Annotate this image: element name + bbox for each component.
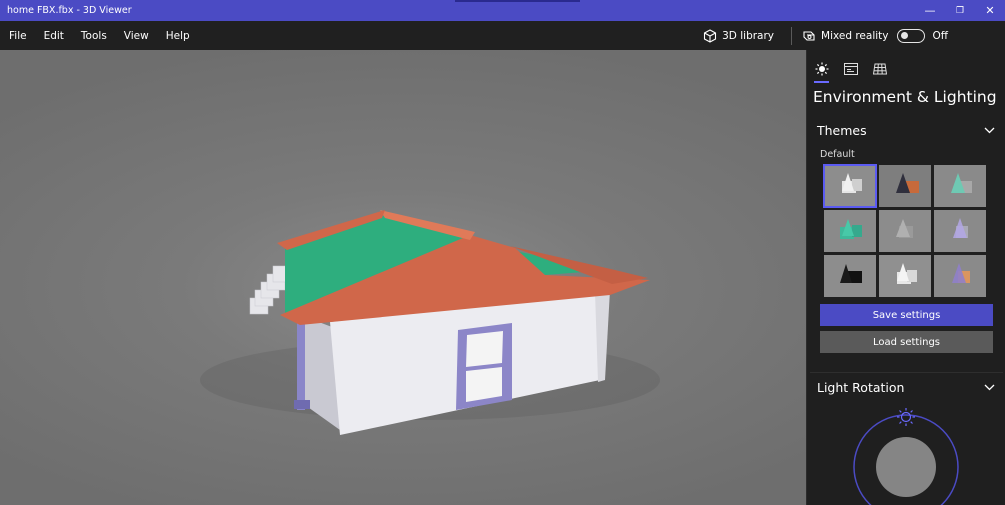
grid-icon xyxy=(872,63,887,75)
light-rotation-section-header[interactable]: Light Rotation xyxy=(810,380,1002,395)
theme-preview xyxy=(824,165,876,207)
panel-title: Environment & Lighting xyxy=(813,88,997,106)
porch-post-base xyxy=(294,400,310,409)
theme-thumbnail[interactable] xyxy=(934,165,986,207)
themes-section-header[interactable]: Themes xyxy=(810,123,1002,138)
theme-thumbnail[interactable] xyxy=(934,210,986,252)
theme-thumbnail[interactable] xyxy=(879,210,931,252)
load-settings-button[interactable]: Load settings xyxy=(820,331,993,353)
window-title: home FBX.fbx - 3D Viewer xyxy=(7,5,132,16)
theme-preview xyxy=(934,165,986,207)
light-rotation-label: Light Rotation xyxy=(817,380,905,395)
minimize-button[interactable]: — xyxy=(915,0,945,21)
minimize-icon: — xyxy=(924,4,936,17)
tab-lighting[interactable] xyxy=(807,56,836,83)
theme-thumbnail[interactable] xyxy=(823,164,877,208)
house-model xyxy=(200,210,660,435)
close-icon: ✕ xyxy=(985,4,995,17)
menu-bar: File Edit Tools View Help 3D library Mix… xyxy=(0,21,1005,50)
light-sun-handle xyxy=(897,408,915,426)
mixed-reality-state: Off xyxy=(932,29,949,42)
theme-grid xyxy=(823,164,989,297)
menu-file[interactable]: File xyxy=(8,30,28,42)
theme-thumbnail[interactable] xyxy=(934,255,986,297)
3d-viewport[interactable] xyxy=(0,50,806,505)
mixed-reality-toggle[interactable] xyxy=(896,28,925,43)
sun-icon xyxy=(815,62,828,76)
title-drag-indicator xyxy=(455,0,580,2)
theme-preview xyxy=(934,255,986,297)
theme-preview xyxy=(824,210,876,252)
cube-icon xyxy=(704,28,717,43)
toggle-knob xyxy=(900,32,908,39)
door-panel-bottom xyxy=(466,367,502,402)
stats-icon xyxy=(843,63,858,75)
menu-tools[interactable]: Tools xyxy=(80,30,108,42)
menu-separator xyxy=(791,26,793,45)
default-themes-label: Default xyxy=(820,149,855,160)
theme-preview xyxy=(879,255,931,297)
light-rotation-dial xyxy=(853,408,959,505)
porch-post xyxy=(297,320,305,410)
menu-edit[interactable]: Edit xyxy=(43,30,65,42)
theme-preview xyxy=(934,210,986,252)
theme-thumbnail[interactable] xyxy=(879,165,931,207)
environment-panel: Environment & Lighting Themes Default Sa… xyxy=(806,50,1005,505)
theme-thumbnail[interactable] xyxy=(879,255,931,297)
section-divider xyxy=(810,372,1003,373)
tab-stats[interactable] xyxy=(836,56,865,82)
chevron-down-icon xyxy=(984,384,995,391)
mixed-reality-control[interactable]: Mixed reality Off xyxy=(802,28,1005,43)
3d-library-button[interactable]: 3D library xyxy=(703,28,775,43)
light-rotation-control[interactable] xyxy=(851,405,961,505)
restore-button[interactable]: ❐ xyxy=(945,0,975,21)
mixed-reality-icon xyxy=(803,30,815,41)
themes-label: Themes xyxy=(817,123,867,138)
theme-preview xyxy=(879,165,931,207)
chevron-down-icon xyxy=(984,127,995,134)
door-panel-top xyxy=(466,331,503,367)
title-bar[interactable]: home FBX.fbx - 3D Viewer — ❐ ✕ xyxy=(0,0,1005,21)
stairs xyxy=(249,265,290,315)
theme-preview xyxy=(824,255,876,297)
save-settings-button[interactable]: Save settings xyxy=(820,304,993,326)
tab-grid[interactable] xyxy=(865,56,894,82)
close-button[interactable]: ✕ xyxy=(975,0,1005,21)
3d-library-label: 3D library xyxy=(722,29,775,42)
menu-view[interactable]: View xyxy=(123,30,150,42)
theme-preview xyxy=(879,210,931,252)
restore-icon: ❐ xyxy=(955,5,965,16)
theme-thumbnail[interactable] xyxy=(824,255,876,297)
theme-thumbnail[interactable] xyxy=(824,210,876,252)
menu-help[interactable]: Help xyxy=(165,30,191,42)
mixed-reality-label: Mixed reality xyxy=(821,29,889,42)
